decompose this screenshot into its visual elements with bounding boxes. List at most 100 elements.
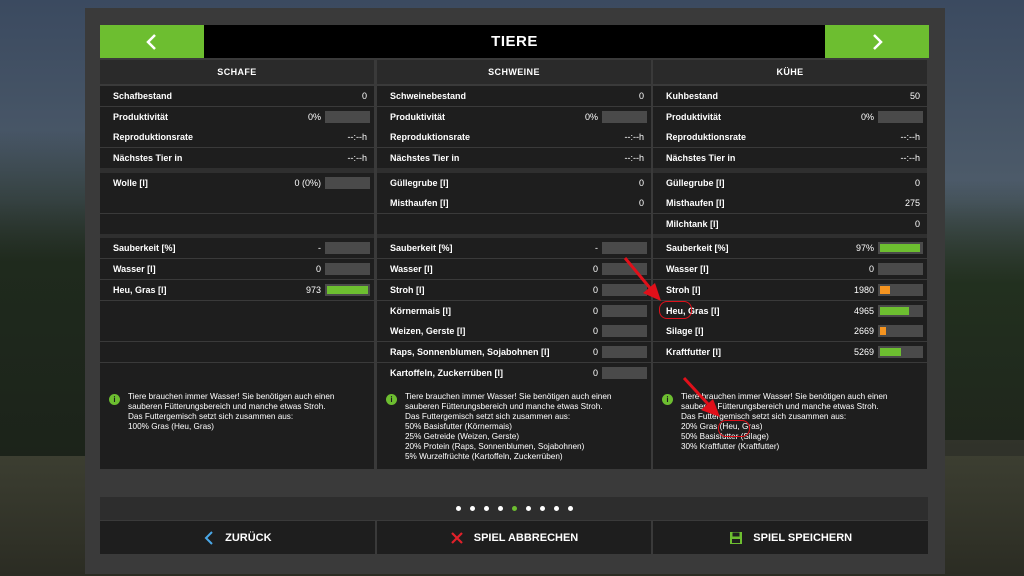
level-bar bbox=[325, 284, 370, 296]
stat-value: --:--h bbox=[624, 132, 645, 142]
level-bar bbox=[878, 111, 923, 123]
page-dot[interactable] bbox=[469, 506, 475, 511]
stat-value: 0 bbox=[638, 91, 644, 101]
stat-label: Sauberkeit [%] bbox=[390, 243, 453, 253]
stat-row: Produktivität 0% bbox=[653, 107, 927, 127]
level-bar bbox=[878, 242, 923, 254]
stat-row: Kraftfutter [l] 5269 bbox=[653, 342, 927, 362]
empty-row bbox=[100, 301, 374, 321]
animal-column-2: KÜHE Kuhbestand 50 Produktivität 0% Reprodukt… bbox=[653, 60, 927, 470]
save-game-button[interactable]: SPIEL SPEICHERN bbox=[653, 521, 929, 554]
level-bar bbox=[878, 284, 923, 296]
level-bar bbox=[602, 263, 647, 275]
stat-value: 0 bbox=[868, 264, 874, 274]
stat-value: 1980 bbox=[853, 285, 874, 295]
stat-row: Misthaufen [l] 0 bbox=[377, 193, 651, 213]
stat-value: 0 bbox=[638, 198, 644, 208]
stat-label: Wasser [l] bbox=[390, 264, 433, 274]
stat-label: Stroh [l] bbox=[390, 285, 425, 295]
info-text: Tiere brauchen immer Wasser! Sie benötig… bbox=[681, 392, 888, 451]
save-label: SPIEL SPEICHERN bbox=[753, 531, 853, 544]
page-indicator bbox=[100, 497, 928, 520]
chevron-left-icon bbox=[204, 530, 213, 545]
info-text: Tiere brauchen immer Wasser! Sie benötig… bbox=[405, 392, 612, 461]
chevron-left-icon bbox=[146, 33, 156, 50]
page-dot[interactable] bbox=[483, 506, 489, 511]
stat-row: Schafbestand 0 bbox=[100, 86, 374, 106]
stat-value: 973 bbox=[305, 285, 321, 295]
stat-label: Reproduktionsrate bbox=[113, 132, 194, 142]
level-bar-fill bbox=[880, 244, 920, 252]
stat-value: --:--h bbox=[347, 132, 368, 142]
stat-label: Stroh [l] bbox=[666, 285, 701, 295]
stat-value: 0 bbox=[592, 306, 598, 316]
level-bar bbox=[602, 284, 647, 296]
stat-value: --:--h bbox=[900, 132, 921, 142]
page-dot[interactable] bbox=[525, 506, 531, 511]
info-text: Tiere brauchen immer Wasser! Sie benötig… bbox=[128, 392, 335, 431]
stat-row: Körnermais [l] 0 bbox=[377, 301, 651, 321]
info-box: i Tiere brauchen immer Wasser! Sie benöti… bbox=[377, 380, 651, 469]
page-dot[interactable] bbox=[539, 506, 545, 511]
page-dot[interactable] bbox=[455, 506, 461, 511]
stat-row: Sauberkeit [%] 97% bbox=[653, 238, 927, 258]
info-icon: i bbox=[109, 394, 120, 405]
annotation-circle-lower bbox=[718, 420, 750, 437]
stat-value: 0 bbox=[361, 91, 367, 101]
stat-label: Wasser [l] bbox=[666, 264, 709, 274]
stat-value: 0 bbox=[592, 264, 598, 274]
stat-row: Heu, Gras [l] 973 bbox=[100, 280, 374, 300]
level-bar bbox=[602, 242, 647, 254]
stat-label: Nächstes Tier in bbox=[390, 153, 460, 163]
cancel-game-button[interactable]: SPIEL ABBRECHEN bbox=[376, 521, 652, 554]
stat-value: 0 bbox=[914, 178, 920, 188]
back-button[interactable]: ZURÜCK bbox=[100, 521, 375, 554]
stat-row: Güllegrube [l] 0 bbox=[377, 173, 651, 193]
info-icon: i bbox=[386, 394, 397, 405]
stat-row: Wasser [l] 0 bbox=[653, 259, 927, 279]
stat-label: Nächstes Tier in bbox=[113, 153, 183, 163]
stat-label: Sauberkeit [%] bbox=[113, 243, 176, 253]
stat-label: Produktivität bbox=[390, 112, 446, 122]
stat-label: Weizen, Gerste [l] bbox=[390, 326, 466, 336]
empty-row bbox=[100, 214, 374, 234]
level-bar bbox=[602, 111, 647, 123]
stat-label: Reproduktionsrate bbox=[390, 132, 471, 142]
stat-value: --:--h bbox=[347, 153, 368, 163]
page-dot[interactable] bbox=[553, 506, 559, 511]
stat-value: --:--h bbox=[624, 153, 645, 163]
stat-value: 2669 bbox=[853, 326, 874, 336]
stat-value: 0 bbox=[592, 368, 598, 378]
stat-value: 4965 bbox=[853, 306, 874, 316]
stat-value: - bbox=[318, 243, 321, 253]
stat-label: Misthaufen [l] bbox=[666, 198, 725, 208]
prev-page-button[interactable] bbox=[100, 25, 204, 58]
stat-value: 0% bbox=[307, 112, 321, 122]
stat-label: Heu, Gras [l] bbox=[113, 285, 167, 295]
stat-label: Produktivität bbox=[666, 112, 722, 122]
empty-row bbox=[100, 342, 374, 362]
level-bar bbox=[602, 305, 647, 317]
stat-row: Wasser [l] 0 bbox=[377, 259, 651, 279]
stat-row: Stroh [l] 0 bbox=[377, 280, 651, 300]
stat-row: Schweinebestand 0 bbox=[377, 86, 651, 106]
level-bar-fill bbox=[880, 348, 901, 356]
page-dot[interactable] bbox=[497, 506, 503, 511]
stat-value: 0% bbox=[860, 112, 874, 122]
animal-column-1: SCHWEINE Schweinebestand 0 Produktivität 0% R… bbox=[377, 60, 651, 470]
annotation-circle-upper bbox=[659, 301, 692, 319]
stat-value: 0 (0%) bbox=[294, 178, 321, 188]
stat-value: --:--h bbox=[900, 153, 921, 163]
page-dot[interactable] bbox=[567, 506, 573, 511]
stat-label: Sauberkeit [%] bbox=[666, 243, 729, 253]
page-dot[interactable] bbox=[511, 506, 517, 511]
stat-label: Misthaufen [l] bbox=[390, 198, 449, 208]
next-page-button[interactable] bbox=[825, 25, 929, 58]
column-header: SCHAFE bbox=[100, 60, 374, 84]
empty-row bbox=[100, 321, 374, 341]
stat-label: Güllegrube [l] bbox=[666, 178, 725, 188]
level-bar bbox=[602, 367, 647, 379]
stat-row: Weizen, Gerste [l] 0 bbox=[377, 321, 651, 341]
level-bar bbox=[602, 325, 647, 337]
stat-row: Reproduktionsrate --:--h bbox=[377, 127, 651, 147]
